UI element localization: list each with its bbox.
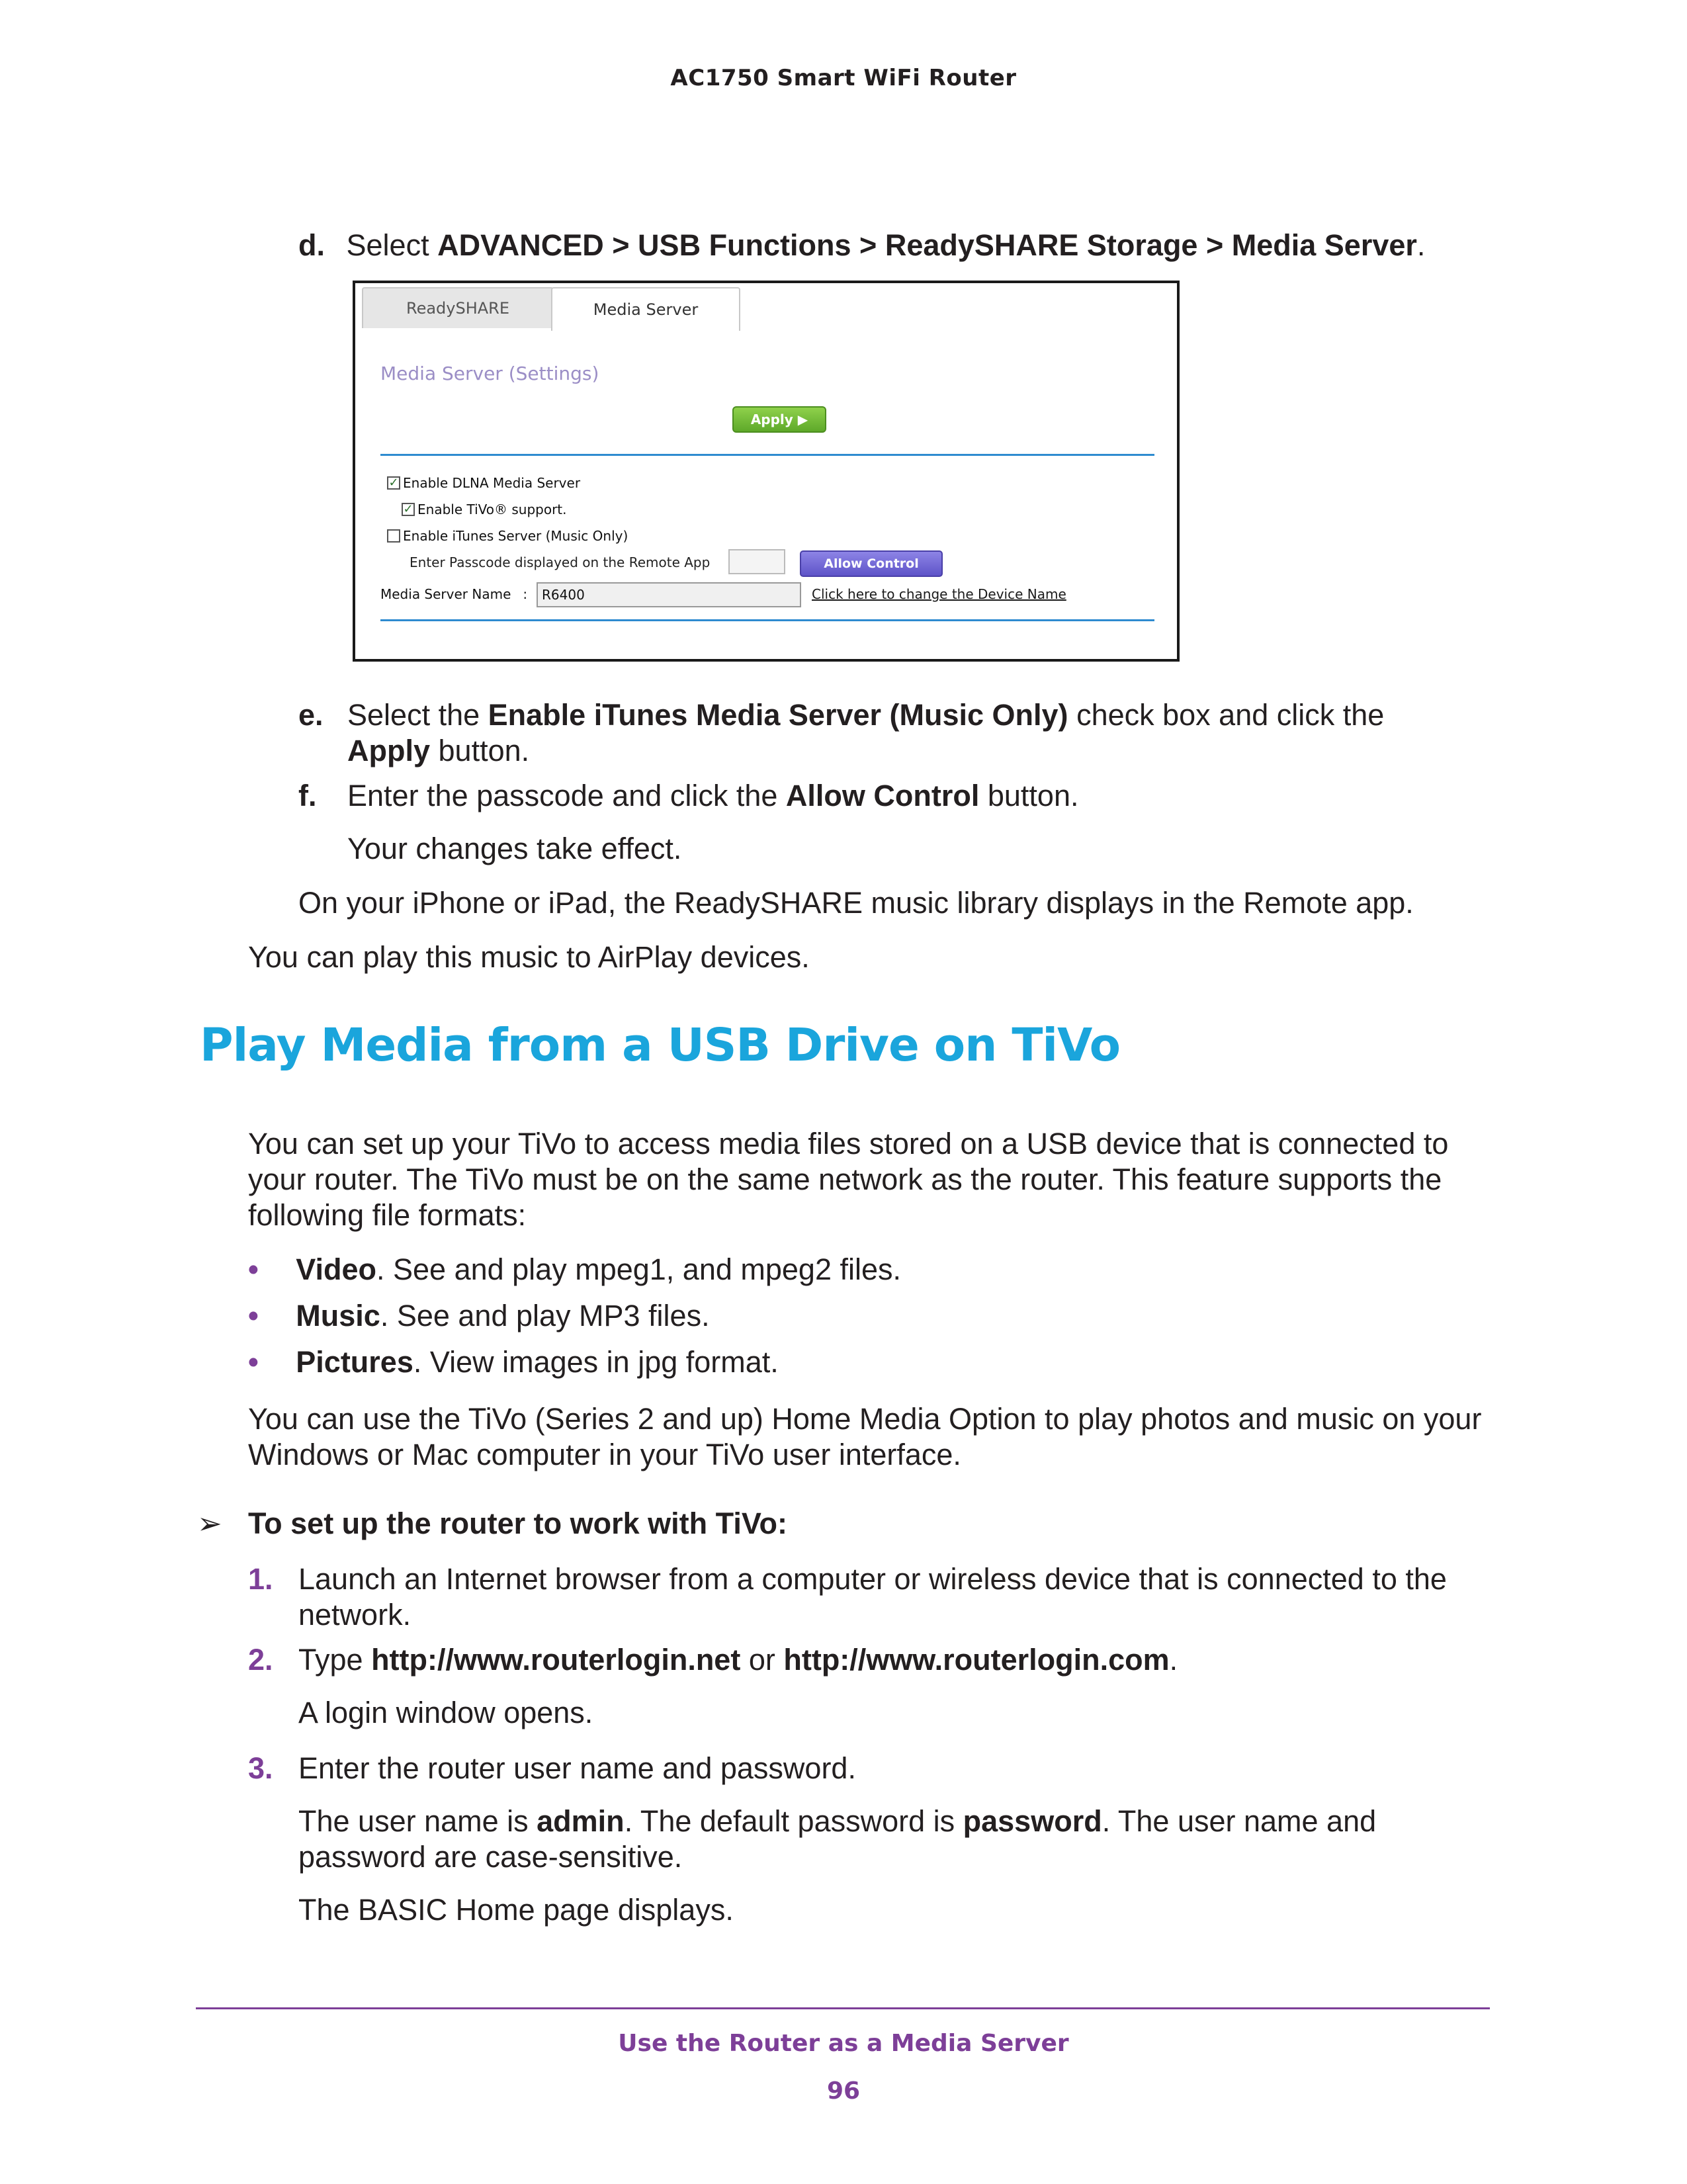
enable-tivo-row: ✓ Enable TiVo® support.: [402, 502, 567, 517]
enable-tivo-checkbox[interactable]: ✓: [402, 503, 415, 516]
step-f-text: Enter the passcode and click the Allow C…: [347, 778, 1079, 814]
step-1-line2: network.: [298, 1598, 411, 1632]
bullet-music-text: . See and play MP3 files.: [380, 1299, 710, 1332]
bullet-video-bold: Video: [296, 1252, 376, 1286]
bullet-icon: •: [248, 1345, 259, 1379]
step-f-pre: Enter the passcode and click the: [347, 779, 786, 812]
procedure-heading: ➢: [197, 1506, 222, 1542]
step-e: e.: [298, 697, 324, 733]
passcode-label: Enter Passcode displayed on the Remote A…: [410, 554, 711, 570]
bullet-pictures: • Pictures. View images in jpg format.: [248, 1344, 779, 1380]
media-server-name-text: Media Server Name: [380, 586, 511, 602]
step-3-cred-pass: password: [963, 1804, 1102, 1838]
apply-button[interactable]: Apply ▶: [732, 406, 826, 433]
step-e-post: button.: [430, 734, 530, 767]
allow-control-button[interactable]: Allow Control: [800, 550, 943, 577]
step-1-line1: Launch an Internet browser from a comput…: [298, 1562, 1447, 1596]
section-title: Play Media from a USB Drive on TiVo: [200, 1019, 1121, 1072]
enable-dlna-row: ✓ Enable DLNA Media Server: [387, 475, 580, 491]
step-f-post: button.: [979, 779, 1079, 812]
change-device-name-link[interactable]: Click here to change the Device Name: [812, 586, 1066, 602]
enable-itunes-row: Enable iTunes Server (Music Only): [387, 528, 628, 544]
iphone-note: On your iPhone or iPad, the ReadySHARE m…: [298, 886, 1414, 920]
media-server-screenshot: ReadySHARE Media Server Media Server (Se…: [353, 281, 1180, 662]
step-2-note: A login window opens.: [298, 1696, 593, 1729]
step-d-post: .: [1416, 228, 1426, 262]
footer-title: Use the Router as a Media Server: [618, 2030, 1069, 2057]
step-f-letter: f.: [298, 779, 317, 812]
step-3-cred-user: admin: [537, 1804, 625, 1838]
enable-itunes-checkbox[interactable]: [387, 529, 400, 543]
passcode-input[interactable]: [728, 549, 785, 574]
airplay-note: You can play this music to AirPlay devic…: [248, 940, 810, 974]
step-e-mid: check box and click the: [1068, 698, 1385, 732]
bullet-video: • Video. See and play mpeg1, and mpeg2 f…: [248, 1252, 901, 1288]
step-e-bold1: Enable iTunes Media Server (Music Only): [488, 698, 1068, 732]
step-d: d. Select ADVANCED > USB Functions > Rea…: [298, 228, 1425, 263]
enable-dlna-checkbox[interactable]: ✓: [387, 476, 400, 490]
step-2-post: .: [1169, 1643, 1178, 1677]
step-3-cred-mid: . The default password is: [624, 1804, 963, 1838]
footer-rule: [196, 2007, 1490, 2009]
section-intro-line3: following file formats:: [248, 1198, 527, 1232]
tivo-paragraph-line1: You can use the TiVo (Series 2 and up) H…: [248, 1402, 1482, 1436]
bullet-pictures-text: . View images in jpg format.: [413, 1345, 779, 1379]
step-f-bold: Allow Control: [785, 779, 980, 812]
enable-itunes-label: Enable iTunes Server (Music Only): [403, 528, 628, 544]
enable-dlna-label: Enable DLNA Media Server: [403, 475, 581, 491]
bullet-icon: •: [248, 1252, 259, 1286]
step-3: Enter the router user name and password.: [298, 1751, 856, 1785]
enable-tivo-label: Enable TiVo® support.: [417, 502, 567, 517]
step-e-text: Select the Enable iTunes Media Server (M…: [347, 697, 1384, 769]
bullet-icon: •: [248, 1299, 259, 1332]
step-d-path: ADVANCED > USB Functions > ReadySHARE St…: [437, 228, 1417, 262]
step-3-cred-pre: The user name is: [298, 1804, 537, 1838]
tab-readyshare[interactable]: ReadySHARE: [362, 287, 554, 328]
changes-note: Your changes take effect.: [347, 832, 682, 865]
step-d-letter: d.: [298, 228, 325, 262]
divider-bottom: [380, 619, 1154, 621]
media-server-name-label: Media Server Name:: [380, 586, 527, 602]
step-2-or: or: [740, 1643, 784, 1677]
bullet-video-text: . See and play mpeg1, and mpeg2 files.: [376, 1252, 902, 1286]
bullet-pictures-bold: Pictures: [296, 1345, 413, 1379]
step-3-credentials-line2: password are case-sensitive.: [298, 1840, 683, 1874]
step-3-cred-post: . The user name and: [1102, 1804, 1377, 1838]
step-1-number: 1.: [248, 1562, 273, 1596]
tivo-paragraph: You can use the TiVo (Series 2 and up) H…: [248, 1401, 1481, 1473]
step-e-pre: Select the: [347, 698, 488, 732]
page-number: 96: [826, 2077, 861, 2105]
step-3-credentials: The user name is admin. The default pass…: [298, 1804, 1376, 1875]
step-e-bold2: Apply: [347, 734, 431, 767]
bullet-music: • Music. See and play MP3 files.: [248, 1298, 710, 1334]
divider-top: [380, 454, 1154, 456]
step-2-url1: http://www.routerlogin.net: [371, 1643, 741, 1677]
bullet-music-bold: Music: [296, 1299, 380, 1332]
section-intro: You can set up your TiVo to access media…: [248, 1126, 1448, 1233]
tab-media-server[interactable]: Media Server: [551, 287, 740, 331]
section-intro-line1: You can set up your TiVo to access media…: [248, 1127, 1449, 1160]
step-2-pre: Type: [298, 1643, 372, 1677]
step-1: Launch an Internet browser from a comput…: [298, 1561, 1447, 1633]
step-3-credentials-line1: The user name is admin. The default pass…: [298, 1804, 1376, 1839]
procedure-heading-text: To set up the router to work with TiVo:: [248, 1507, 787, 1540]
step-e-letter: e.: [298, 698, 324, 732]
step-2-number: 2.: [248, 1643, 273, 1677]
step-3-note: The BASIC Home page displays.: [298, 1893, 734, 1927]
step-2: Type http://www.routerlogin.net or http:…: [298, 1642, 1178, 1678]
media-server-name-input[interactable]: R6400: [537, 582, 801, 607]
arrow-icon: ➢: [197, 1507, 222, 1540]
tivo-paragraph-line2: Windows or Mac computer in your TiVo use…: [248, 1438, 961, 1471]
section-intro-line2: your router. The TiVo must be on the sam…: [248, 1162, 1442, 1196]
settings-title: Media Server (Settings): [380, 363, 599, 384]
running-header: AC1750 Smart WiFi Router: [670, 65, 1017, 91]
step-2-url2: http://www.routerlogin.com: [783, 1643, 1170, 1677]
step-3-number: 3.: [248, 1751, 273, 1785]
step-f: f.: [298, 778, 317, 814]
tab-bar: ReadySHARE Media Server: [355, 283, 1177, 331]
media-server-name-sep: :: [523, 586, 528, 602]
step-d-pre: Select: [346, 228, 438, 262]
